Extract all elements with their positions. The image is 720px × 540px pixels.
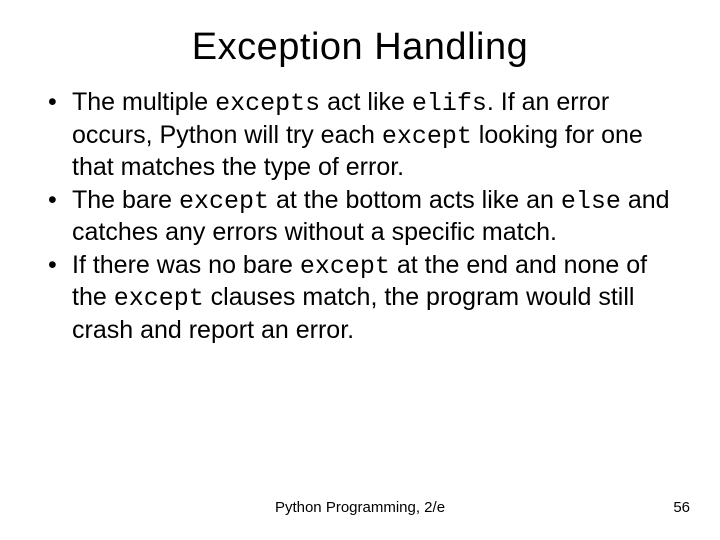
body-text: at the bottom acts like an [269, 186, 561, 214]
content-area: The multiple excepts act like elifs. If … [0, 87, 720, 345]
body-text: The bare [72, 186, 179, 214]
bullet-list: The multiple excepts act like elifs. If … [46, 87, 680, 345]
code-text: excepts [215, 89, 320, 118]
page-title: Exception Handling [0, 0, 720, 87]
code-text: elifs [412, 89, 487, 118]
body-text: The multiple [72, 88, 215, 116]
footer-page-number: 56 [673, 499, 690, 516]
code-text: except [179, 187, 269, 216]
list-item: If there was no bare except at the end a… [46, 250, 680, 346]
slide: Exception Handling The multiple excepts … [0, 0, 720, 540]
footer-center-text: Python Programming, 2/e [0, 499, 720, 516]
code-text: else [561, 187, 621, 216]
list-item: The multiple excepts act like elifs. If … [46, 87, 680, 183]
code-text: except [300, 252, 390, 281]
code-text: except [114, 284, 204, 313]
list-item: The bare except at the bottom acts like … [46, 185, 680, 248]
body-text: act like [320, 88, 412, 116]
code-text: except [382, 122, 472, 151]
body-text: If there was no bare [72, 251, 300, 279]
